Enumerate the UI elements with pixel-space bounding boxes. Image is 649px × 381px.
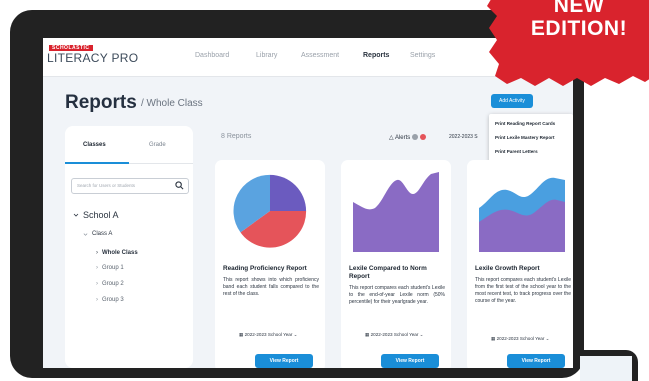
nav-assessment[interactable]: Assessment xyxy=(301,52,339,59)
growth-chart-icon xyxy=(479,177,565,252)
tree-group-2[interactable]: Group 2 xyxy=(102,281,124,287)
nav-library[interactable]: Library xyxy=(256,52,277,59)
reports-count: 8 Reports xyxy=(221,133,252,140)
menu-item-print-lexile-mastery[interactable]: Print Lexile Mastery Report xyxy=(495,135,554,140)
report-card-reading-proficiency[interactable]: Reading Proficiency Report This report s… xyxy=(215,160,325,368)
chevron-right-icon: › xyxy=(96,250,98,256)
tree-whole-class[interactable]: Whole Class xyxy=(102,250,138,256)
active-tab-indicator xyxy=(65,162,129,164)
alerts-label: Alerts xyxy=(394,135,411,141)
card-description: This report compares each student's Lexi… xyxy=(475,277,571,304)
second-device-screen xyxy=(580,356,632,381)
search-placeholder: Search for Users or Students xyxy=(77,183,136,188)
card-title: Lexile Growth Report xyxy=(475,265,540,272)
search-input[interactable]: Search for Users or Students xyxy=(71,178,189,194)
tree-school-a[interactable]: School A xyxy=(83,210,119,220)
area-chart-icon xyxy=(353,172,439,252)
nav-reports[interactable]: Reports xyxy=(363,52,389,59)
chevron-down-icon[interactable] xyxy=(83,232,88,237)
alert-indicator-red xyxy=(419,134,426,140)
tree-class-a[interactable]: Class A xyxy=(92,231,112,237)
tab-classes[interactable]: Classes xyxy=(83,142,106,148)
card-year[interactable]: ▦ 2022-2023 School Year ⌄ xyxy=(491,336,550,342)
print-menu: Print Reading Report Cards Print Lexile … xyxy=(489,114,573,164)
product-logo[interactable]: LITERACY PRO xyxy=(47,51,138,65)
badge-text: NEW EDITION! xyxy=(503,0,649,40)
chevron-right-icon: › xyxy=(96,281,98,287)
card-year[interactable]: ▦ 2022-2023 School Year ⌄ xyxy=(365,332,424,338)
view-report-button[interactable]: View Report xyxy=(255,354,313,368)
pie-chart-icon xyxy=(233,174,307,248)
sidebar: Classes Grade Search for Users or Studen… xyxy=(65,126,193,368)
card-year[interactable]: ▦ 2022-2023 School Year ⌄ xyxy=(239,332,298,338)
view-report-button[interactable]: View Report xyxy=(381,354,439,368)
page-title: Reports xyxy=(65,92,137,113)
card-description: This report compares each student's Lexi… xyxy=(349,285,445,305)
alerts-filter[interactable]: △ Alerts xyxy=(389,134,426,141)
badge-line-1: NEW xyxy=(553,0,605,17)
alert-indicator-gray xyxy=(411,134,418,140)
chevron-right-icon: › xyxy=(96,265,98,271)
menu-item-print-parent-letters[interactable]: Print Parent Letters xyxy=(495,149,538,154)
view-report-button[interactable]: View Report xyxy=(507,354,565,368)
card-title: Lexile Compared to Norm Report xyxy=(349,265,427,280)
second-device-frame xyxy=(580,350,638,381)
search-icon[interactable] xyxy=(175,181,184,190)
menu-item-print-report-cards[interactable]: Print Reading Report Cards xyxy=(495,121,555,126)
tree-group-1[interactable]: Group 1 xyxy=(102,265,124,271)
school-year-select[interactable]: 2022-2023 S xyxy=(449,134,478,140)
card-title: Reading Proficiency Report xyxy=(223,265,307,272)
report-card-lexile-growth[interactable]: Lexile Growth Report This report compare… xyxy=(467,160,573,368)
report-card-lexile-compared[interactable]: Lexile Compared to Norm Report This repo… xyxy=(341,160,451,368)
nav-settings[interactable]: Settings xyxy=(410,52,435,59)
filter-icon: △ xyxy=(389,135,394,141)
badge-line-2: EDITION! xyxy=(530,17,628,40)
add-activity-button[interactable]: Add Activity xyxy=(491,94,533,108)
card-description: This report shows into which proficiency… xyxy=(223,277,319,297)
chevron-down-icon[interactable] xyxy=(73,212,79,218)
tab-grade[interactable]: Grade xyxy=(149,142,166,148)
nav-dashboard[interactable]: Dashboard xyxy=(195,52,229,59)
chevron-right-icon: › xyxy=(96,297,98,303)
tree-group-3[interactable]: Group 3 xyxy=(102,297,124,303)
breadcrumb: / Whole Class xyxy=(141,98,203,109)
